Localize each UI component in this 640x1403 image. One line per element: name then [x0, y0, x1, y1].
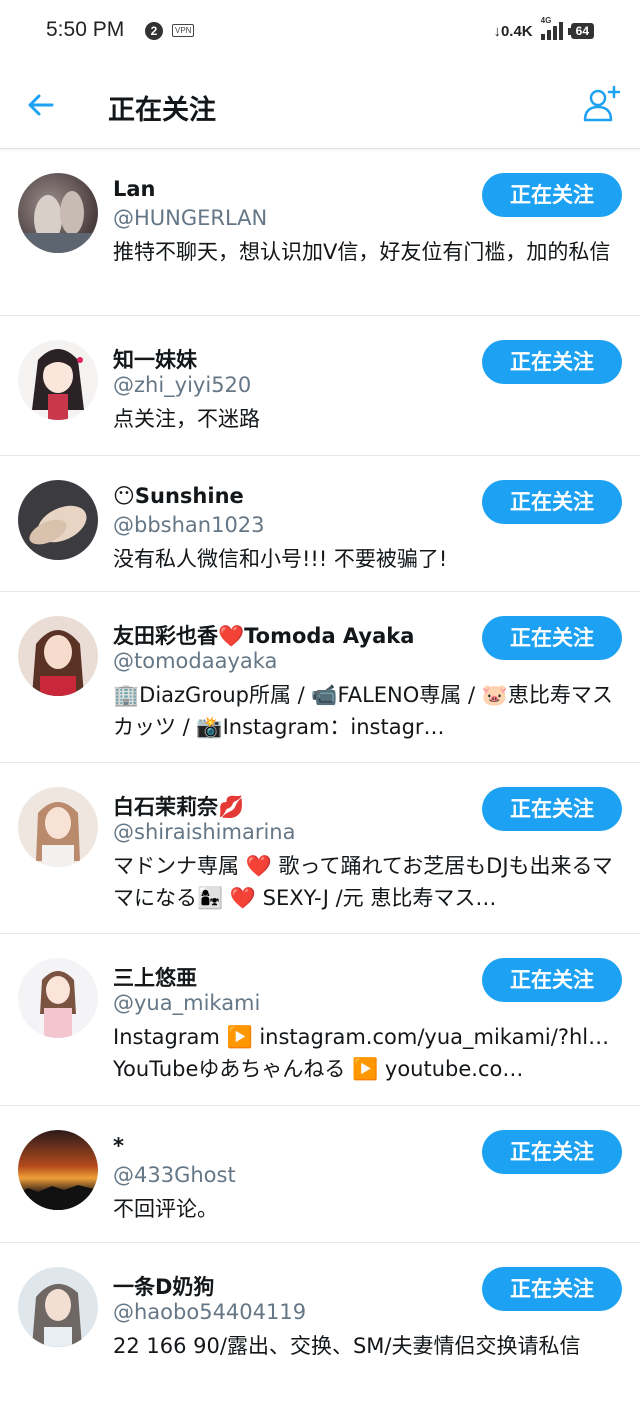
- network-type-label: 4G: [540, 16, 552, 25]
- avatar[interactable]: [18, 173, 98, 253]
- status-indicators: ↓0.4K 4G 64: [493, 16, 594, 42]
- net-speed-value: 0.4K: [500, 22, 533, 40]
- user-name: 三上悠亜: [113, 966, 197, 990]
- list-item[interactable]: Lan @HUNGERLAN 推特不聊天，想认识加V信，好友位有门槛，加的私信 …: [0, 149, 640, 316]
- avatar[interactable]: [18, 616, 98, 696]
- avatar-photo-icon: [32, 630, 84, 696]
- list-item[interactable]: 😶Sunshine @bbshan1023 没有私人微信和小号!!! 不要被骗了…: [0, 456, 640, 592]
- user-handle: @bbshan1023: [113, 513, 265, 537]
- status-time: 5:50 PM: [46, 18, 125, 41]
- following-button[interactable]: 正在关注: [482, 1267, 622, 1311]
- add-user-icon[interactable]: [582, 84, 622, 124]
- user-handle: @zhi_yiyi520: [113, 373, 252, 397]
- user-name: 一条D奶狗: [113, 1275, 215, 1299]
- avatar-photo-icon: [40, 971, 76, 1038]
- user-bio: 22 166 90/露出、交换、SM/夫妻情侣交换请私信: [113, 1334, 581, 1358]
- user-name: *: [113, 1134, 124, 1158]
- avatar-sunset-icon: [18, 1185, 98, 1210]
- app-header: 正在关注: [0, 64, 640, 149]
- list-item[interactable]: 友田彩也香❤️Tomoda Ayaka @tomodaayaka 🏢DiazGr…: [0, 592, 640, 763]
- user-handle: @yua_mikami: [113, 991, 261, 1015]
- user-bio: 🏢DiazGroup所属 / 📹FALENO専属 / 🐷恵比寿マスカッツ / 📸…: [113, 683, 613, 739]
- user-name: 白石茉莉奈💋: [113, 795, 245, 819]
- user-handle: @tomodaayaka: [113, 649, 278, 673]
- download-speed: ↓0.4K: [493, 22, 533, 40]
- list-item[interactable]: 知一妹妹 @zhi_yiyi520 点关注，不迷路 正在关注: [0, 316, 640, 456]
- avatar-hands-icon: [29, 505, 87, 545]
- user-bio: 没有私人微信和小号!!! 不要被骗了!: [113, 547, 448, 571]
- user-handle: @HUNGERLAN: [113, 206, 268, 230]
- user-bio: マドンナ専属 ❤️ 歌って踊れてお芝居もDJも出来るママになる👩‍👧 ❤️ SE…: [113, 854, 613, 910]
- list-item[interactable]: * @433Ghost 不回评论。 正在关注: [0, 1106, 640, 1243]
- user-handle: @shiraishimarina: [113, 820, 296, 844]
- avatar-anime-girl-icon: [32, 349, 84, 420]
- vpn-icon: VPN: [172, 24, 195, 37]
- avatar[interactable]: [18, 1267, 98, 1347]
- user-name: 😶Sunshine: [113, 484, 244, 508]
- list-item[interactable]: 白石茉莉奈💋 @shiraishimarina マドンナ専属 ❤️ 歌って踊れて…: [0, 763, 640, 934]
- avatar[interactable]: [18, 958, 98, 1038]
- avatar[interactable]: [18, 1130, 98, 1210]
- following-button[interactable]: 正在关注: [482, 1130, 622, 1174]
- list-item[interactable]: 三上悠亜 @yua_mikami Instagram ▶️ instagram.…: [0, 934, 640, 1106]
- avatar-photo-icon: [36, 802, 80, 867]
- following-button[interactable]: 正在关注: [482, 173, 622, 217]
- following-button[interactable]: 正在关注: [482, 616, 622, 660]
- avatar-photo-icon: [18, 191, 98, 253]
- list-item[interactable]: 一条D奶狗 @haobo54404119 22 166 90/露出、交换、SM/…: [0, 1243, 640, 1403]
- following-button[interactable]: 正在关注: [482, 480, 622, 524]
- status-bar: 5:50 PM 2 VPN ↓0.4K 4G 64: [0, 0, 640, 64]
- following-button[interactable]: 正在关注: [482, 958, 622, 1002]
- user-handle: @433Ghost: [113, 1163, 236, 1187]
- following-button[interactable]: 正在关注: [482, 340, 622, 384]
- user-handle: @haobo54404119: [113, 1300, 307, 1324]
- notification-count-badge: 2: [145, 22, 163, 40]
- avatar[interactable]: [18, 787, 98, 867]
- user-name: 知一妹妹: [113, 348, 197, 372]
- battery-icon: 64: [567, 23, 594, 39]
- user-name: Lan: [113, 177, 156, 201]
- user-bio: 推特不聊天，想认识加V信，好友位有门槛，加的私信: [113, 240, 611, 264]
- arrow-left-icon[interactable]: [26, 90, 56, 120]
- page-title: 正在关注: [108, 95, 216, 126]
- following-button[interactable]: 正在关注: [482, 787, 622, 831]
- signal-icon: 4G: [540, 16, 563, 40]
- user-bio: 点关注，不迷路: [113, 407, 260, 431]
- avatar-photo-icon: [32, 1283, 82, 1347]
- avatar[interactable]: [18, 480, 98, 560]
- user-bio: Instagram ▶️ instagram.com/yua_mikami/?h…: [113, 1025, 610, 1081]
- following-list: Lan @HUNGERLAN 推特不聊天，想认识加V信，好友位有门槛，加的私信 …: [0, 149, 640, 1403]
- user-bio: 不回评论。: [113, 1197, 218, 1221]
- avatar[interactable]: [18, 340, 98, 420]
- user-name: 友田彩也香❤️Tomoda Ayaka: [113, 624, 415, 648]
